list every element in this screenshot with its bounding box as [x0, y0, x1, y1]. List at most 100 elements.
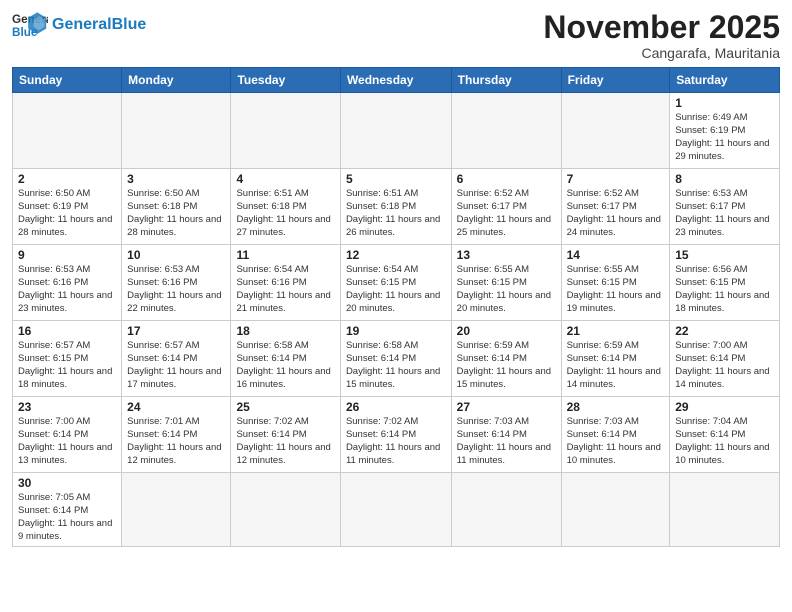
month-title: November 2025: [543, 10, 780, 45]
day-info: Sunrise: 6:58 AM Sunset: 6:14 PM Dayligh…: [346, 340, 446, 391]
table-row: 21 Sunrise: 6:59 AM Sunset: 6:14 PM Dayli…: [561, 321, 670, 397]
table-row: 4 Sunrise: 6:51 AM Sunset: 6:18 PM Daylig…: [231, 169, 340, 245]
day-number: 4: [236, 172, 334, 186]
day-info: Sunrise: 7:04 AM Sunset: 6:14 PM Dayligh…: [675, 416, 774, 467]
day-number: 30: [18, 476, 116, 490]
table-row: 5Sunrise: 6:51 AM Sunset: 6:18 PM Daylig…: [340, 169, 451, 245]
table-row: 6Sunrise: 6:52 AM Sunset: 6:17 PM Daylig…: [451, 169, 561, 245]
table-row: 29 Sunrise: 7:04 AM Sunset: 6:14 PM Dayli…: [670, 397, 780, 473]
day-info: Sunrise: 6:57 AM Sunset: 6:14 PM Dayligh…: [127, 340, 225, 391]
day-info: Sunrise: 6:50 AM Sunset: 6:18 PM Dayligh…: [127, 188, 225, 239]
day-number: 2: [18, 172, 116, 186]
col-sunday: Sunday: [13, 68, 122, 93]
day-number: 13: [457, 248, 556, 262]
day-info: Sunrise: 6:53 AM Sunset: 6:17 PM Dayligh…: [675, 188, 774, 239]
table-row: 27 Sunrise: 7:03 AM Sunset: 6:14 PM Dayli…: [451, 397, 561, 473]
table-row: 10 Sunrise: 6:53 AM Sunset: 6:16 PM Dayli…: [122, 245, 231, 321]
day-info: Sunrise: 6:58 AM Sunset: 6:14 PM Dayligh…: [236, 340, 334, 391]
day-number: 8: [675, 172, 774, 186]
table-row: 8 Sunrise: 6:53 AM Sunset: 6:17 PM Daylig…: [670, 169, 780, 245]
table-row: [13, 93, 122, 169]
table-row: 12 Sunrise: 6:54 AM Sunset: 6:15 PM Dayli…: [340, 245, 451, 321]
day-info: Sunrise: 7:00 AM Sunset: 6:14 PM Dayligh…: [18, 416, 116, 467]
table-row: [451, 93, 561, 169]
day-number: 14: [567, 248, 665, 262]
logo: General Blue GeneralBlue: [12, 10, 146, 40]
day-number: 12: [346, 248, 446, 262]
table-row: 16Sunrise: 6:57 AM Sunset: 6:15 PM Dayli…: [13, 321, 122, 397]
day-info: Sunrise: 6:55 AM Sunset: 6:15 PM Dayligh…: [567, 264, 665, 315]
day-info: Sunrise: 6:53 AM Sunset: 6:16 PM Dayligh…: [18, 264, 116, 315]
header-row: Sunday Monday Tuesday Wednesday Thursday…: [13, 68, 780, 93]
day-number: 19: [346, 324, 446, 338]
day-number: 24: [127, 400, 225, 414]
table-row: [561, 93, 670, 169]
table-row: 15Sunrise: 6:56 AM Sunset: 6:15 PM Dayli…: [670, 245, 780, 321]
col-monday: Monday: [122, 68, 231, 93]
table-row: 22 Sunrise: 7:00 AM Sunset: 6:14 PM Dayli…: [670, 321, 780, 397]
day-number: 21: [567, 324, 665, 338]
table-row: [451, 473, 561, 547]
day-number: 6: [457, 172, 556, 186]
day-info: Sunrise: 7:00 AM Sunset: 6:14 PM Dayligh…: [675, 340, 774, 391]
day-info: Sunrise: 6:54 AM Sunset: 6:16 PM Dayligh…: [236, 264, 334, 315]
table-row: [231, 93, 340, 169]
day-info: Sunrise: 6:49 AM Sunset: 6:19 PM Dayligh…: [675, 112, 774, 163]
logo-icon: General Blue: [12, 10, 48, 40]
table-row: [670, 473, 780, 547]
day-number: 23: [18, 400, 116, 414]
col-friday: Friday: [561, 68, 670, 93]
day-number: 27: [457, 400, 556, 414]
day-number: 1: [675, 96, 774, 110]
title-block: November 2025 Cangarafa, Mauritania: [543, 10, 780, 61]
day-info: Sunrise: 6:59 AM Sunset: 6:14 PM Dayligh…: [567, 340, 665, 391]
day-number: 11: [236, 248, 334, 262]
day-number: 5: [346, 172, 446, 186]
table-row: 3 Sunrise: 6:50 AM Sunset: 6:18 PM Daylig…: [122, 169, 231, 245]
day-info: Sunrise: 6:55 AM Sunset: 6:15 PM Dayligh…: [457, 264, 556, 315]
table-row: 26 Sunrise: 7:02 AM Sunset: 6:14 PM Dayli…: [340, 397, 451, 473]
day-info: Sunrise: 6:51 AM Sunset: 6:18 PM Dayligh…: [236, 188, 334, 239]
col-tuesday: Tuesday: [231, 68, 340, 93]
day-info: Sunrise: 6:53 AM Sunset: 6:16 PM Dayligh…: [127, 264, 225, 315]
day-info: Sunrise: 7:03 AM Sunset: 6:14 PM Dayligh…: [457, 416, 556, 467]
day-number: 26: [346, 400, 446, 414]
day-number: 9: [18, 248, 116, 262]
day-number: 3: [127, 172, 225, 186]
table-row: 30Sunrise: 7:05 AM Sunset: 6:14 PM Dayli…: [13, 473, 122, 547]
logo-text: GeneralBlue: [52, 16, 146, 34]
day-number: 7: [567, 172, 665, 186]
table-row: 20Sunrise: 6:59 AM Sunset: 6:14 PM Dayli…: [451, 321, 561, 397]
day-info: Sunrise: 6:54 AM Sunset: 6:15 PM Dayligh…: [346, 264, 446, 315]
table-row: [561, 473, 670, 547]
col-thursday: Thursday: [451, 68, 561, 93]
day-number: 25: [236, 400, 334, 414]
day-number: 20: [457, 324, 556, 338]
table-row: [122, 93, 231, 169]
table-row: 9 Sunrise: 6:53 AM Sunset: 6:16 PM Daylig…: [13, 245, 122, 321]
day-info: Sunrise: 7:01 AM Sunset: 6:14 PM Dayligh…: [127, 416, 225, 467]
table-row: 7 Sunrise: 6:52 AM Sunset: 6:17 PM Daylig…: [561, 169, 670, 245]
day-number: 18: [236, 324, 334, 338]
table-row: 19 Sunrise: 6:58 AM Sunset: 6:14 PM Dayli…: [340, 321, 451, 397]
day-number: 10: [127, 248, 225, 262]
subtitle: Cangarafa, Mauritania: [543, 45, 780, 61]
day-info: Sunrise: 7:02 AM Sunset: 6:14 PM Dayligh…: [236, 416, 334, 467]
day-number: 15: [675, 248, 774, 262]
col-wednesday: Wednesday: [340, 68, 451, 93]
day-number: 16: [18, 324, 116, 338]
table-row: 25 Sunrise: 7:02 AM Sunset: 6:14 PM Dayli…: [231, 397, 340, 473]
day-number: 17: [127, 324, 225, 338]
day-info: Sunrise: 6:52 AM Sunset: 6:17 PM Dayligh…: [567, 188, 665, 239]
day-info: Sunrise: 7:02 AM Sunset: 6:14 PM Dayligh…: [346, 416, 446, 467]
table-row: [122, 473, 231, 547]
page: General Blue GeneralBlue November 2025 C…: [0, 0, 792, 612]
table-row: [340, 93, 451, 169]
day-number: 29: [675, 400, 774, 414]
day-number: 28: [567, 400, 665, 414]
day-number: 22: [675, 324, 774, 338]
day-info: Sunrise: 6:50 AM Sunset: 6:19 PM Dayligh…: [18, 188, 116, 239]
col-saturday: Saturday: [670, 68, 780, 93]
day-info: Sunrise: 7:03 AM Sunset: 6:14 PM Dayligh…: [567, 416, 665, 467]
table-row: 1 Sunrise: 6:49 AM Sunset: 6:19 PM Daylig…: [670, 93, 780, 169]
